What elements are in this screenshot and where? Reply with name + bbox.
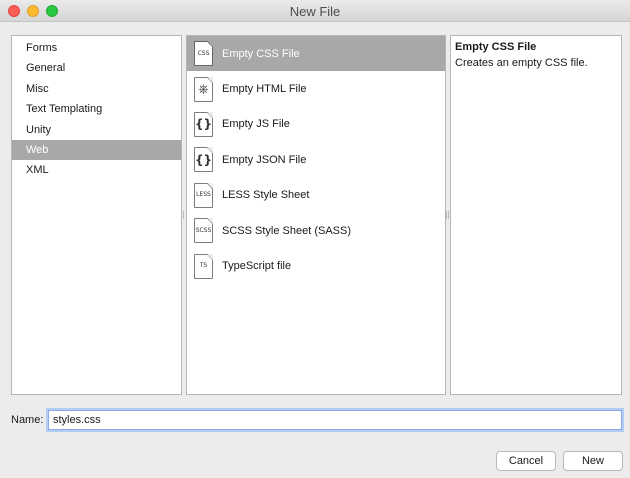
template-item[interactable]: {} Empty JSON File [187, 142, 445, 177]
description-panel: Empty CSS File Creates an empty CSS file… [450, 35, 622, 395]
window-title: New File [289, 4, 341, 19]
category-item-web[interactable]: Web [12, 139, 181, 160]
template-item[interactable]: {} Empty JS File [187, 107, 445, 142]
category-item-xml[interactable]: XML [12, 160, 181, 180]
template-item[interactable]: ⎈ Empty HTML File [187, 71, 445, 106]
category-item-misc[interactable]: Misc [12, 79, 181, 99]
scss-file-icon: SCSS [194, 218, 213, 244]
name-label: Name: [11, 414, 44, 426]
new-button[interactable]: New [563, 451, 623, 471]
new-file-dialog: New File Forms General Misc Text Templating… [0, 0, 630, 478]
category-item-unity[interactable]: Unity [12, 120, 181, 140]
template-label: Empty CSS File [222, 47, 300, 60]
template-label: Empty JS File [222, 118, 290, 131]
less-file-icon: LESS [194, 182, 213, 208]
file-name-input[interactable] [48, 410, 622, 430]
category-list-panel: Forms General Misc Text Templating Unity Web X… [11, 35, 182, 395]
template-label: LESS Style Sheet [222, 189, 310, 202]
template-item[interactable]: LESS LESS Style Sheet [187, 178, 445, 213]
splitter-handle[interactable] [181, 211, 184, 219]
template-label: Empty JSON File [222, 153, 307, 166]
template-label: Empty HTML File [222, 83, 307, 96]
js-file-icon: {} [194, 111, 213, 137]
json-file-icon: {} [194, 147, 213, 173]
category-item-general[interactable]: General [12, 58, 181, 78]
template-label: SCSS Style Sheet (SASS) [222, 224, 351, 237]
template-item[interactable]: CSS Empty CSS File [187, 36, 445, 72]
template-item[interactable]: TS TypeScript file [187, 248, 445, 283]
category-list: Forms General Misc Text Templating Unity Web X… [12, 36, 181, 180]
splitter-handle[interactable] [446, 211, 449, 219]
template-list: CSS Empty CSS File ⎈ Empty HTML File {} Empty… [187, 36, 445, 284]
ts-file-icon: TS [194, 253, 213, 279]
template-item[interactable]: SCSS SCSS Style Sheet (SASS) [187, 213, 445, 248]
template-label: TypeScript file [222, 260, 292, 273]
description-text: Creates an empty CSS file. [455, 57, 588, 69]
category-item-forms[interactable]: Forms [12, 38, 181, 58]
description-title: Empty CSS File [455, 41, 537, 53]
css-file-icon: CSS [194, 41, 213, 67]
category-item-text-templating[interactable]: Text Templating [12, 99, 181, 119]
html-file-icon: ⎈ [194, 76, 213, 102]
template-list-panel: CSS Empty CSS File ⎈ Empty HTML File {} Empty… [186, 35, 446, 395]
cancel-button[interactable]: Cancel [496, 451, 556, 471]
title-bar: New File [0, 0, 630, 22]
